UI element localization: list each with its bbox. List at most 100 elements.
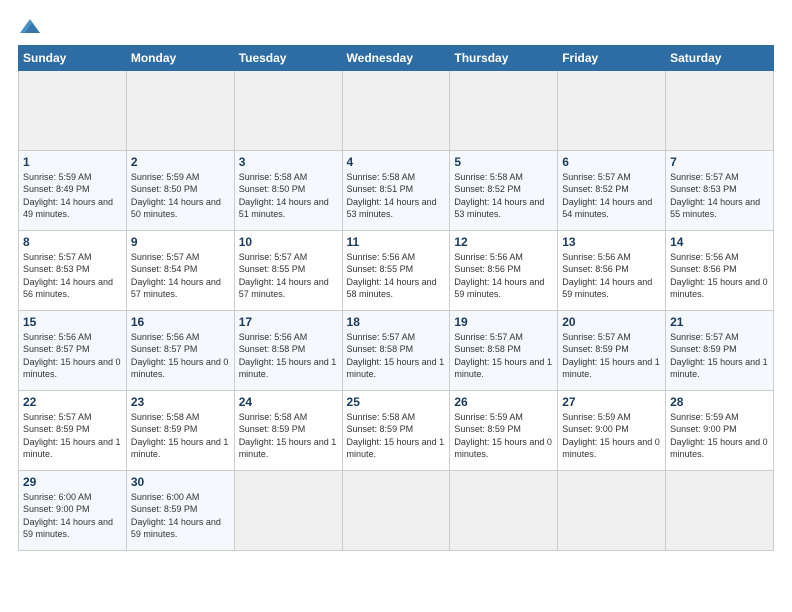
cell-info: Sunrise: 5:57 AMSunset: 8:59 PMDaylight:… (23, 411, 122, 461)
cell-info: Sunrise: 5:59 AMSunset: 8:59 PMDaylight:… (454, 411, 553, 461)
calendar-cell: 18 Sunrise: 5:57 AMSunset: 8:58 PMDayligh… (342, 310, 450, 390)
day-number: 25 (347, 395, 446, 409)
calendar-cell: 12 Sunrise: 5:56 AMSunset: 8:56 PMDayligh… (450, 230, 558, 310)
cell-info: Sunrise: 5:59 AMSunset: 8:50 PMDaylight:… (131, 171, 230, 221)
day-number: 9 (131, 235, 230, 249)
day-number: 5 (454, 155, 553, 169)
cell-info: Sunrise: 5:56 AMSunset: 8:56 PMDaylight:… (562, 251, 661, 301)
logo-icon (20, 19, 40, 33)
calendar-cell: 26 Sunrise: 5:59 AMSunset: 8:59 PMDayligh… (450, 390, 558, 470)
calendar-cell: 11Sunrise: 5:56 AMSunset: 8:55 PMDayligh… (342, 230, 450, 310)
cell-info: Sunrise: 5:56 AMSunset: 8:57 PMDaylight:… (131, 331, 230, 381)
calendar-cell: 7Sunrise: 5:57 AMSunset: 8:53 PMDaylight… (666, 150, 774, 230)
header-day-friday: Friday (558, 45, 666, 70)
calendar-cell (558, 470, 666, 550)
day-number: 15 (23, 315, 122, 329)
header-day-sunday: Sunday (19, 45, 127, 70)
cell-info: Sunrise: 5:57 AMSunset: 8:59 PMDaylight:… (670, 331, 769, 381)
day-number: 20 (562, 315, 661, 329)
calendar-cell: 30 Sunrise: 6:00 AMSunset: 8:59 PMDayligh… (126, 470, 234, 550)
cell-info: Sunrise: 5:57 AMSunset: 8:53 PMDaylight:… (23, 251, 122, 301)
calendar-cell: 17 Sunrise: 5:56 AMSunset: 8:58 PMDayligh… (234, 310, 342, 390)
day-number: 4 (347, 155, 446, 169)
calendar-week-5: 29Sunrise: 6:00 AMSunset: 9:00 PMDayligh… (19, 470, 774, 550)
calendar-cell: 5 Sunrise: 5:58 AMSunset: 8:52 PMDaylight… (450, 150, 558, 230)
cell-info: Sunrise: 5:57 AMSunset: 8:52 PMDaylight:… (562, 171, 661, 221)
calendar-cell: 28 Sunrise: 5:59 AMSunset: 9:00 PMDayligh… (666, 390, 774, 470)
day-number: 27 (562, 395, 661, 409)
day-number: 7 (670, 155, 769, 169)
calendar-cell: 10Sunrise: 5:57 AMSunset: 8:55 PMDayligh… (234, 230, 342, 310)
cell-info: Sunrise: 5:59 AMSunset: 9:00 PMDaylight:… (670, 411, 769, 461)
calendar-cell: 1Sunrise: 5:59 AMSunset: 8:49 PMDaylight… (19, 150, 127, 230)
day-number: 17 (239, 315, 338, 329)
calendar-header-row: SundayMondayTuesdayWednesdayThursdayFrid… (19, 45, 774, 70)
day-number: 10 (239, 235, 338, 249)
calendar-cell: 16 Sunrise: 5:56 AMSunset: 8:57 PMDayligh… (126, 310, 234, 390)
calendar-cell: 9 Sunrise: 5:57 AMSunset: 8:54 PMDaylight… (126, 230, 234, 310)
calendar-week-2: 8Sunrise: 5:57 AMSunset: 8:53 PMDaylight… (19, 230, 774, 310)
calendar-cell (342, 470, 450, 550)
logo-text (18, 16, 40, 35)
cell-info: Sunrise: 5:58 AMSunset: 8:52 PMDaylight:… (454, 171, 553, 221)
day-number: 26 (454, 395, 553, 409)
calendar-cell (19, 70, 127, 150)
calendar-cell: 6Sunrise: 5:57 AMSunset: 8:52 PMDaylight… (558, 150, 666, 230)
calendar-cell (666, 70, 774, 150)
day-number: 2 (131, 155, 230, 169)
day-number: 30 (131, 475, 230, 489)
calendar-cell: 19 Sunrise: 5:57 AMSunset: 8:58 PMDayligh… (450, 310, 558, 390)
calendar-cell (234, 470, 342, 550)
day-number: 24 (239, 395, 338, 409)
logo (18, 16, 40, 35)
cell-info: Sunrise: 5:58 AMSunset: 8:59 PMDaylight:… (239, 411, 338, 461)
calendar-cell: 8Sunrise: 5:57 AMSunset: 8:53 PMDaylight… (19, 230, 127, 310)
cell-info: Sunrise: 6:00 AMSunset: 8:59 PMDaylight:… (131, 491, 230, 541)
calendar-week-0 (19, 70, 774, 150)
cell-info: Sunrise: 5:58 AMSunset: 8:59 PMDaylight:… (131, 411, 230, 461)
calendar-week-3: 15 Sunrise: 5:56 AMSunset: 8:57 PMDayligh… (19, 310, 774, 390)
day-number: 16 (131, 315, 230, 329)
header-day-monday: Monday (126, 45, 234, 70)
calendar-cell: 13 Sunrise: 5:56 AMSunset: 8:56 PMDayligh… (558, 230, 666, 310)
cell-info: Sunrise: 5:57 AMSunset: 8:58 PMDaylight:… (347, 331, 446, 381)
day-number: 18 (347, 315, 446, 329)
header-day-saturday: Saturday (666, 45, 774, 70)
cell-info: Sunrise: 5:56 AMSunset: 8:55 PMDaylight:… (347, 251, 446, 301)
calendar-cell: 20 Sunrise: 5:57 AMSunset: 8:59 PMDayligh… (558, 310, 666, 390)
day-number: 23 (131, 395, 230, 409)
calendar-container: SundayMondayTuesdayWednesdayThursdayFrid… (0, 0, 792, 612)
calendar-cell (450, 70, 558, 150)
day-number: 3 (239, 155, 338, 169)
cell-info: Sunrise: 5:56 AMSunset: 8:56 PMDaylight:… (454, 251, 553, 301)
calendar-cell: 29Sunrise: 6:00 AMSunset: 9:00 PMDayligh… (19, 470, 127, 550)
cell-info: Sunrise: 5:57 AMSunset: 8:54 PMDaylight:… (131, 251, 230, 301)
calendar-cell: 22Sunrise: 5:57 AMSunset: 8:59 PMDayligh… (19, 390, 127, 470)
day-number: 13 (562, 235, 661, 249)
cell-info: Sunrise: 5:58 AMSunset: 8:50 PMDaylight:… (239, 171, 338, 221)
calendar-cell: 25 Sunrise: 5:58 AMSunset: 8:59 PMDayligh… (342, 390, 450, 470)
calendar-cell: 27Sunrise: 5:59 AMSunset: 9:00 PMDayligh… (558, 390, 666, 470)
calendar-table: SundayMondayTuesdayWednesdayThursdayFrid… (18, 45, 774, 551)
day-number: 21 (670, 315, 769, 329)
header-day-wednesday: Wednesday (342, 45, 450, 70)
header-day-thursday: Thursday (450, 45, 558, 70)
calendar-cell (126, 70, 234, 150)
day-number: 19 (454, 315, 553, 329)
day-number: 12 (454, 235, 553, 249)
day-number: 28 (670, 395, 769, 409)
cell-info: Sunrise: 5:57 AMSunset: 8:59 PMDaylight:… (562, 331, 661, 381)
calendar-cell (342, 70, 450, 150)
calendar-week-1: 1Sunrise: 5:59 AMSunset: 8:49 PMDaylight… (19, 150, 774, 230)
cell-info: Sunrise: 5:58 AMSunset: 8:51 PMDaylight:… (347, 171, 446, 221)
cell-info: Sunrise: 5:58 AMSunset: 8:59 PMDaylight:… (347, 411, 446, 461)
calendar-cell: 24 Sunrise: 5:58 AMSunset: 8:59 PMDayligh… (234, 390, 342, 470)
calendar-cell (666, 470, 774, 550)
calendar-cell (234, 70, 342, 150)
day-number: 14 (670, 235, 769, 249)
calendar-cell (450, 470, 558, 550)
cell-info: Sunrise: 6:00 AMSunset: 9:00 PMDaylight:… (23, 491, 122, 541)
calendar-header (18, 16, 774, 35)
cell-info: Sunrise: 5:57 AMSunset: 8:58 PMDaylight:… (454, 331, 553, 381)
cell-info: Sunrise: 5:56 AMSunset: 8:58 PMDaylight:… (239, 331, 338, 381)
